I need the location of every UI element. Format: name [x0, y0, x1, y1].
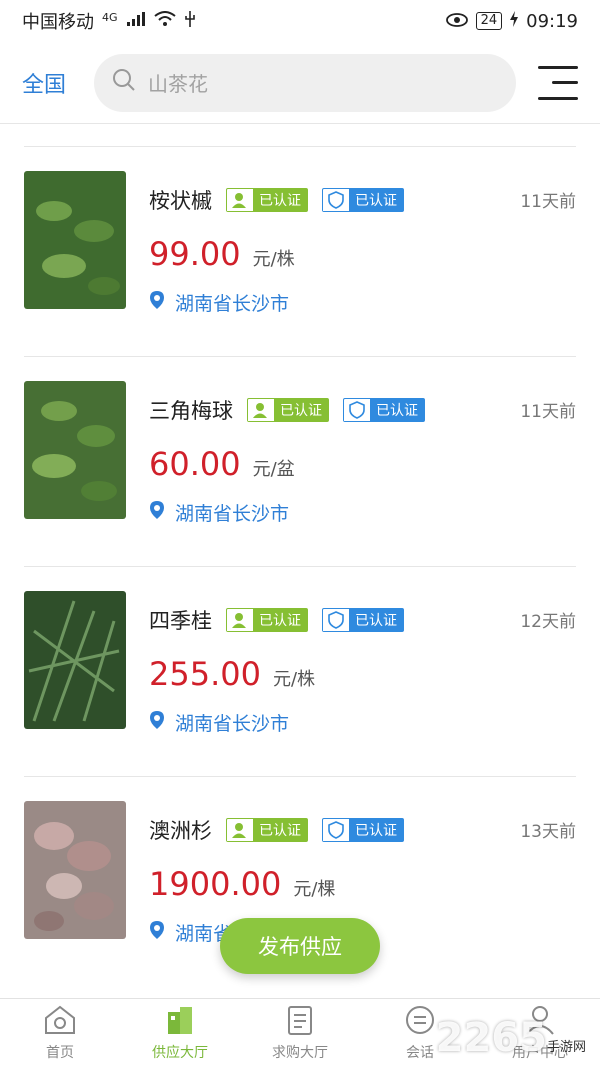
post-time: 11天前: [520, 192, 576, 212]
product-image: [24, 381, 126, 519]
price-row: 1900.00 元/棵: [149, 865, 335, 903]
signal-icon: [126, 11, 146, 32]
post-time: 12天前: [520, 612, 576, 632]
location-row: 湖南省长沙市: [149, 709, 289, 736]
purchase-icon: [282, 1004, 318, 1040]
status-bar: 中国移动 4G 24 09:19: [0, 0, 600, 42]
price-row: 255.00 元/株: [149, 655, 315, 693]
company-verified-badge: 已认证: [322, 608, 404, 632]
shield-verified-icon: [323, 819, 349, 841]
personal-verified-badge: 已认证: [226, 818, 308, 842]
publish-supply-button[interactable]: 发布供应: [220, 918, 380, 974]
location-pin-icon: [149, 920, 165, 945]
shield-verified-icon: [323, 609, 349, 631]
clock: 09:19: [526, 10, 578, 32]
person-verified-icon: [227, 819, 253, 841]
post-time: 11天前: [520, 402, 576, 422]
location-pin-icon: [149, 500, 165, 525]
location-row: 湖南省长沙市: [149, 289, 289, 316]
product-name: 三角梅球: [149, 399, 233, 423]
price-value: 1900.00: [149, 865, 282, 903]
personal-verified-badge: 已认证: [247, 398, 329, 422]
tab-purchase-hall[interactable]: 求购大厅: [240, 999, 360, 1067]
company-verified-badge: 已认证: [343, 398, 425, 422]
tab-label: 首页: [46, 1045, 74, 1061]
product-name: 四季桂: [149, 609, 212, 633]
product-name-row: 三角梅球 已认证 已认证: [149, 395, 425, 425]
home-icon: [42, 1004, 78, 1040]
company-verified-badge: 已认证: [322, 818, 404, 842]
product-name: 澳洲杉: [149, 819, 212, 843]
wifi-icon: [153, 10, 176, 32]
location-pin-icon: [149, 710, 165, 735]
tab-label: 供应大厅: [152, 1045, 208, 1061]
menu-icon[interactable]: [538, 65, 578, 100]
shield-verified-icon: [344, 399, 370, 421]
location-row: 湖南省长沙市: [149, 499, 289, 526]
product-image: [24, 171, 126, 309]
price-value: 60.00: [149, 445, 241, 483]
list-item[interactable]: 三角梅球 已认证 已认证 11天前 60.00 元/盆 湖南省长沙市: [24, 356, 576, 566]
list-item[interactable]: 桉状槭 已认证 已认证 11天前 99.00 元/株 湖南省长沙市: [24, 146, 576, 356]
tab-home[interactable]: 首页: [0, 999, 120, 1067]
price-unit: 元/株: [272, 669, 316, 690]
person-verified-icon: [227, 609, 253, 631]
price-row: 60.00 元/盆: [149, 445, 295, 483]
watermark-logo: 2265手游网: [435, 1015, 586, 1061]
product-image: [24, 591, 126, 729]
top-bar: 全国 山茶花: [0, 42, 600, 124]
supply-icon: [162, 1004, 198, 1040]
person-verified-icon: [248, 399, 274, 421]
battery-level: 24: [475, 12, 503, 30]
product-name: 桉状槭: [149, 189, 212, 213]
usb-icon: [184, 10, 196, 33]
eye-icon: [445, 11, 468, 32]
location-text: 湖南省长沙市: [175, 503, 290, 525]
search-icon: [112, 68, 136, 97]
price-row: 99.00 元/株: [149, 235, 295, 273]
tab-supply-hall[interactable]: 供应大厅: [120, 999, 240, 1067]
person-verified-icon: [227, 189, 253, 211]
search-input[interactable]: 山茶花: [94, 53, 516, 112]
price-value: 255.00: [149, 655, 261, 693]
carrier-label: 中国移动: [22, 12, 94, 33]
price-value: 99.00: [149, 235, 241, 273]
tab-label: 求购大厅: [272, 1045, 328, 1061]
location-text: 湖南省长沙市: [175, 293, 290, 315]
price-unit: 元/棵: [293, 879, 336, 900]
product-name-row: 澳洲杉 已认证 已认证: [149, 815, 404, 845]
search-placeholder: 山茶花: [148, 72, 208, 96]
product-name-row: 四季桂 已认证 已认证: [149, 605, 404, 635]
network-label: 4G: [102, 10, 118, 24]
location-pin-icon: [149, 290, 165, 315]
product-image: [24, 801, 126, 939]
bottom-tab-bar: 首页 供应大厅 求购大厅 会话 用户中心 2265手游网: [0, 998, 600, 1067]
region-selector[interactable]: 全国: [22, 67, 94, 99]
price-unit: 元/株: [252, 249, 295, 270]
location-text: 湖南省长沙市: [175, 713, 290, 735]
list-item[interactable]: 四季桂 已认证 已认证 12天前 255.00 元/株 湖南省长沙市: [24, 566, 576, 776]
charging-icon: [510, 10, 519, 32]
shield-verified-icon: [323, 189, 349, 211]
chat-icon: [402, 1004, 438, 1040]
tab-label: 会话: [406, 1045, 434, 1061]
supply-list: 桉状槭 已认证 已认证 11天前 99.00 元/株 湖南省长沙市 三角梅球 已…: [24, 146, 576, 986]
product-name-row: 桉状槭 已认证 已认证: [149, 185, 404, 215]
company-verified-badge: 已认证: [322, 188, 404, 212]
price-unit: 元/盆: [252, 459, 295, 480]
personal-verified-badge: 已认证: [226, 188, 308, 212]
post-time: 13天前: [520, 822, 576, 842]
personal-verified-badge: 已认证: [226, 608, 308, 632]
